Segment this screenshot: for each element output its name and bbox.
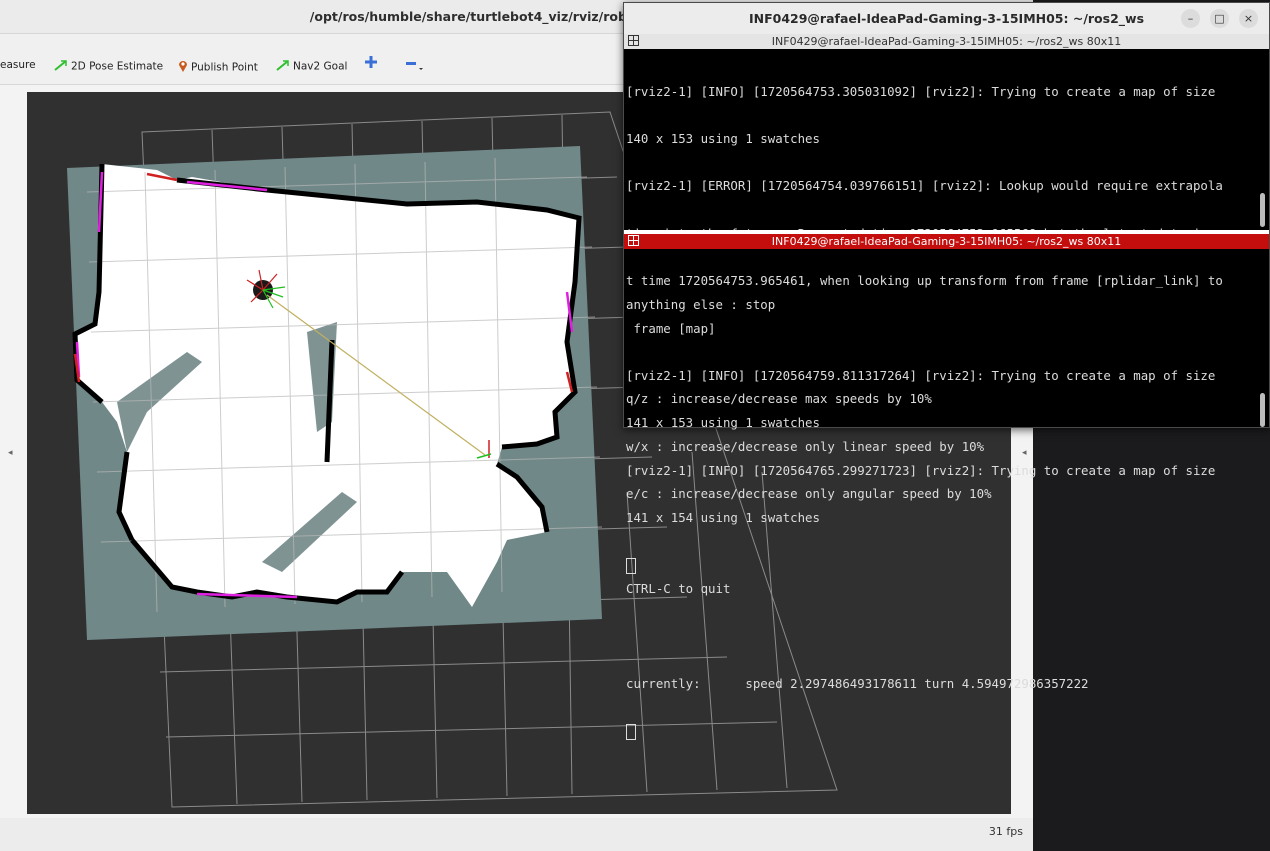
terminal-window-title: INF0429@rafael-IdeaPad-Gaming-3-15IMH05:…: [748, 11, 1145, 26]
pane-1-scrollbar[interactable]: [1260, 193, 1265, 227]
pane-2-scrollbar[interactable]: [1260, 393, 1265, 427]
minimize-button[interactable]: –: [1181, 9, 1200, 28]
green-arrow-icon: [276, 59, 290, 74]
terminal-line: [rviz2-1] [ERROR] [1720564754.039766151]…: [626, 178, 1223, 194]
split-pane-icon: [628, 235, 639, 246]
nav2-goal-button[interactable]: Nav2 Goal: [276, 59, 347, 74]
plus-icon: [364, 56, 378, 72]
nav2-goal-label: Nav2 Goal: [293, 60, 348, 73]
terminal-cursor: [626, 723, 636, 740]
green-arrow-icon: [54, 59, 68, 74]
map-pin-icon: [178, 59, 188, 76]
add-tool-button[interactable]: [364, 55, 378, 72]
minimize-icon: –: [1187, 12, 1194, 25]
publish-point-label: Publish Point: [191, 61, 258, 74]
fps-counter: 31 fps: [988, 825, 1023, 838]
close-button[interactable]: ×: [1239, 9, 1258, 28]
terminal-line: q/z : increase/decrease max speeds by 10…: [626, 391, 932, 407]
left-panel-collapse-arrow[interactable]: ◂: [8, 448, 13, 458]
close-icon: ×: [1243, 12, 1254, 25]
terminal-line: anything else : stop: [626, 296, 776, 312]
maximize-icon: □: [1214, 12, 1225, 25]
maximize-button[interactable]: □: [1210, 9, 1229, 28]
minus-icon: [405, 62, 423, 75]
pose-estimate-label: 2D Pose Estimate: [71, 60, 164, 73]
terminal-window[interactable]: INF0429@rafael-IdeaPad-Gaming-3-15IMH05:…: [623, 2, 1270, 740]
terminal-line: e/c : increase/decrease only angular spe…: [626, 486, 992, 502]
terminal-pane-2-output[interactable]: anything else : stop q/z : increase/decr…: [626, 265, 1089, 771]
terminal-pane-2-header[interactable]: INF0429@rafael-IdeaPad-Gaming-3-15IMH05:…: [624, 234, 1269, 249]
measure-tool-button[interactable]: easure: [0, 59, 36, 71]
terminal-line: w/x : increase/decrease only linear spee…: [626, 438, 985, 454]
terminal-pane-2-title: INF0429@rafael-IdeaPad-Gaming-3-15IMH05:…: [771, 235, 1122, 248]
terminal-pane-1-title: INF0429@rafael-IdeaPad-Gaming-3-15IMH05:…: [771, 35, 1122, 48]
terminal-line: currently: speed 2.297486493178611 turn …: [626, 675, 1089, 691]
terminal-line: CTRL-C to quit: [626, 580, 731, 596]
pose-estimate-button[interactable]: 2D Pose Estimate: [54, 59, 163, 74]
terminal-titlebar: INF0429@rafael-IdeaPad-Gaming-3-15IMH05:…: [624, 3, 1269, 34]
terminal-line: [rviz2-1] [INFO] [1720564753.305031092] …: [626, 83, 1216, 99]
terminal-line: 140 x 153 using 1 swatches: [626, 130, 820, 146]
measure-tool-label: easure: [0, 59, 36, 71]
rviz-status-bar: 31 fps: [0, 818, 1033, 851]
terminal-pane-1-header[interactable]: INF0429@rafael-IdeaPad-Gaming-3-15IMH05:…: [624, 34, 1269, 49]
remove-tool-button[interactable]: [405, 56, 423, 75]
publish-point-button[interactable]: Publish Point: [178, 59, 258, 76]
split-pane-icon: [628, 35, 639, 46]
